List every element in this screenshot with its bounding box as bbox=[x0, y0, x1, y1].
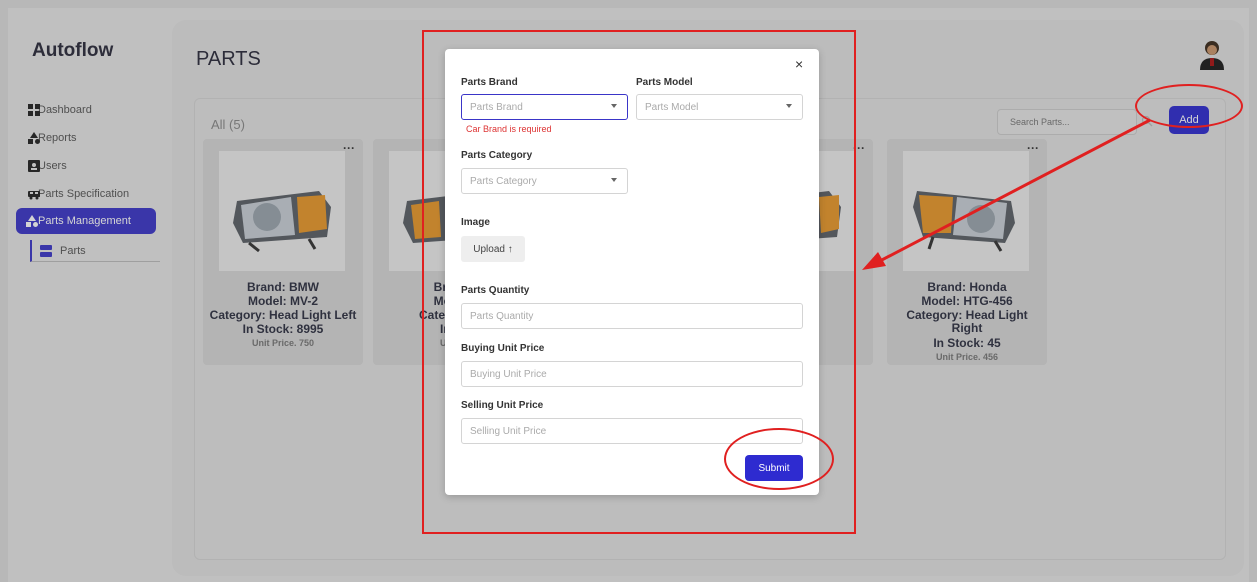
annotation-circle-submit bbox=[724, 428, 834, 490]
annotation-circle-add bbox=[1135, 84, 1243, 128]
